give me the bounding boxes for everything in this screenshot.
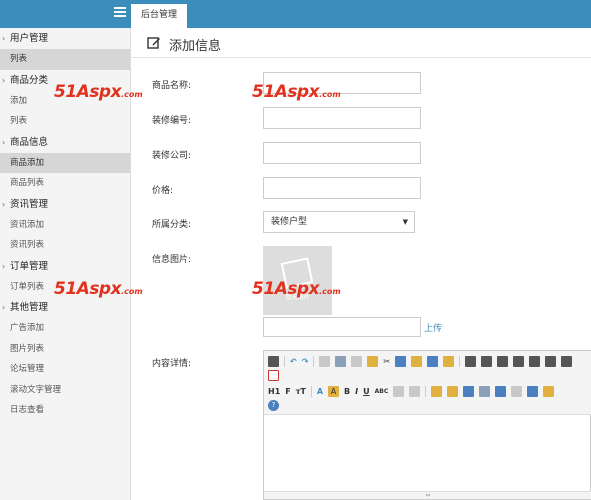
code-icon[interactable] xyxy=(367,355,379,367)
chevron-right-icon: › xyxy=(2,261,6,271)
caret-down-icon: ▼ xyxy=(402,218,408,226)
category-label: 所属分类: xyxy=(152,220,192,230)
cut-icon[interactable]: ✂ xyxy=(383,356,390,367)
chevron-right-icon: › xyxy=(2,303,6,312)
chevron-right-icon: › xyxy=(2,34,6,43)
align-justify-icon[interactable] xyxy=(513,355,525,367)
italic-icon[interactable]: I xyxy=(355,386,358,397)
emoticon-icon[interactable] xyxy=(495,385,507,397)
chevron-right-icon: › xyxy=(2,137,6,147)
flash-icon[interactable] xyxy=(447,385,459,397)
watermark: 51Aspx.com xyxy=(54,82,143,102)
watermark: 51Aspx.com xyxy=(252,279,341,299)
image-icon[interactable] xyxy=(431,385,443,397)
sidebar-item-ad-add[interactable]: 广告添加 xyxy=(0,318,130,339)
template-icon[interactable] xyxy=(351,355,363,367)
chevron-right-icon: › xyxy=(2,199,6,209)
clear-format-icon[interactable] xyxy=(409,385,421,397)
sidebar-item-category-list[interactable]: 列表 xyxy=(0,111,130,132)
align-right-icon[interactable] xyxy=(497,355,509,367)
page-title: 添加信息 xyxy=(169,39,222,54)
redo-icon[interactable]: ↷ xyxy=(302,356,309,367)
sidebar-item-forum[interactable]: 论坛管理 xyxy=(0,359,130,380)
toolbar-separator xyxy=(310,385,312,397)
sidebar-group-orders[interactable]: › 订单管理 xyxy=(0,256,130,277)
heading-icon[interactable]: H1 xyxy=(268,386,280,397)
media-icon[interactable] xyxy=(463,385,475,397)
watermark: 51Aspx.com xyxy=(252,82,341,102)
strikethrough-icon[interactable]: ABC xyxy=(375,386,389,397)
price-label: 价格: xyxy=(152,186,174,196)
sidebar-item-user-list[interactable]: 列表 xyxy=(0,49,130,70)
chevron-right-icon: › xyxy=(2,75,6,85)
text-color-icon[interactable]: A xyxy=(317,386,323,397)
paste-icon[interactable] xyxy=(411,355,423,367)
price-field[interactable] xyxy=(263,177,421,199)
copy-icon[interactable] xyxy=(395,355,407,367)
sidebar-item-goods-list[interactable]: 商品列表 xyxy=(0,173,130,194)
sidebar-group-other[interactable]: › 其他管理 xyxy=(0,297,130,318)
highlight-icon[interactable]: A xyxy=(328,385,340,397)
table-icon[interactable] xyxy=(479,385,491,397)
font-size-icon[interactable]: тT xyxy=(296,386,306,397)
toolbar-separator xyxy=(425,385,427,397)
tab-backend[interactable]: 后台管理 xyxy=(131,2,187,28)
paste-word-icon[interactable] xyxy=(443,355,455,367)
company-field[interactable] xyxy=(263,142,421,164)
sidebar-item-image-list[interactable]: 图片列表 xyxy=(0,339,130,360)
bold-icon[interactable]: B xyxy=(344,386,350,397)
anchor-icon[interactable] xyxy=(543,385,555,397)
indent-icon[interactable] xyxy=(561,355,573,367)
source-icon[interactable] xyxy=(268,355,279,367)
editor-toolbar: ↶ ↷ ✂ H1 F тT A A B I U ABC ? xyxy=(264,351,591,415)
help-icon[interactable]: ? xyxy=(268,399,279,411)
sidebar-item-scroll-text[interactable]: 滚动文字管理 xyxy=(0,380,130,401)
undo-icon[interactable]: ↶ xyxy=(290,356,297,367)
menu-toggle-icon[interactable] xyxy=(114,7,126,19)
page-header: 添加信息 xyxy=(131,28,591,58)
sidebar-item-news-add[interactable]: 资讯添加 xyxy=(0,215,130,236)
code-label: 装修编号: xyxy=(152,116,192,126)
sidebar-item-logs[interactable]: 日志查看 xyxy=(0,400,130,421)
resize-handle[interactable]: ⇔ xyxy=(264,491,591,499)
edit-icon xyxy=(147,37,160,49)
align-left-icon[interactable] xyxy=(465,355,477,367)
unordered-list-icon[interactable] xyxy=(545,355,557,367)
font-family-icon[interactable]: F xyxy=(285,386,290,397)
company-label: 装修公司: xyxy=(152,151,192,161)
code-field[interactable] xyxy=(263,107,421,129)
upload-link[interactable]: 上传 xyxy=(424,321,442,334)
detail-label: 内容详情: xyxy=(152,359,192,369)
toolbar-separator xyxy=(284,355,285,367)
underline-icon[interactable]: U xyxy=(363,386,370,397)
preview-icon[interactable] xyxy=(319,355,331,367)
toolbar-separator xyxy=(459,355,461,367)
line-height-icon[interactable] xyxy=(393,385,405,397)
align-center-icon[interactable] xyxy=(481,355,493,367)
toolbar-separator xyxy=(313,355,315,367)
upload-path-field[interactable] xyxy=(263,317,421,337)
sidebar-item-news-list[interactable]: 资讯列表 xyxy=(0,235,130,256)
category-select[interactable]: 装修户型 ▼ xyxy=(263,211,415,233)
rich-text-editor[interactable]: ↶ ↷ ✂ H1 F тT A A B I U ABC ? ⇔ xyxy=(263,350,591,500)
name-label: 商品名称: xyxy=(152,81,192,91)
sidebar-item-goods-add[interactable]: 商品添加 xyxy=(0,152,130,173)
ordered-list-icon[interactable] xyxy=(529,355,541,367)
print-icon[interactable] xyxy=(335,355,347,367)
image-label: 信息图片: xyxy=(152,255,192,265)
paste-text-icon[interactable] xyxy=(427,355,439,367)
sidebar-group-goods[interactable]: › 商品信息 xyxy=(0,132,130,153)
hr-icon[interactable] xyxy=(511,385,523,397)
map-icon[interactable] xyxy=(527,385,539,397)
sidebar-group-news[interactable]: › 资讯管理 xyxy=(0,194,130,215)
watermark: 51Aspx.com xyxy=(54,279,143,299)
main-content: 添加信息 商品名称: 装修编号: 装修公司: 价格: 所属分类: 装修户型 ▼ … xyxy=(131,28,591,500)
sidebar-group-users[interactable]: › 用户管理 xyxy=(0,28,130,49)
top-bar-left xyxy=(0,0,131,28)
fullscreen-icon[interactable] xyxy=(268,369,279,381)
